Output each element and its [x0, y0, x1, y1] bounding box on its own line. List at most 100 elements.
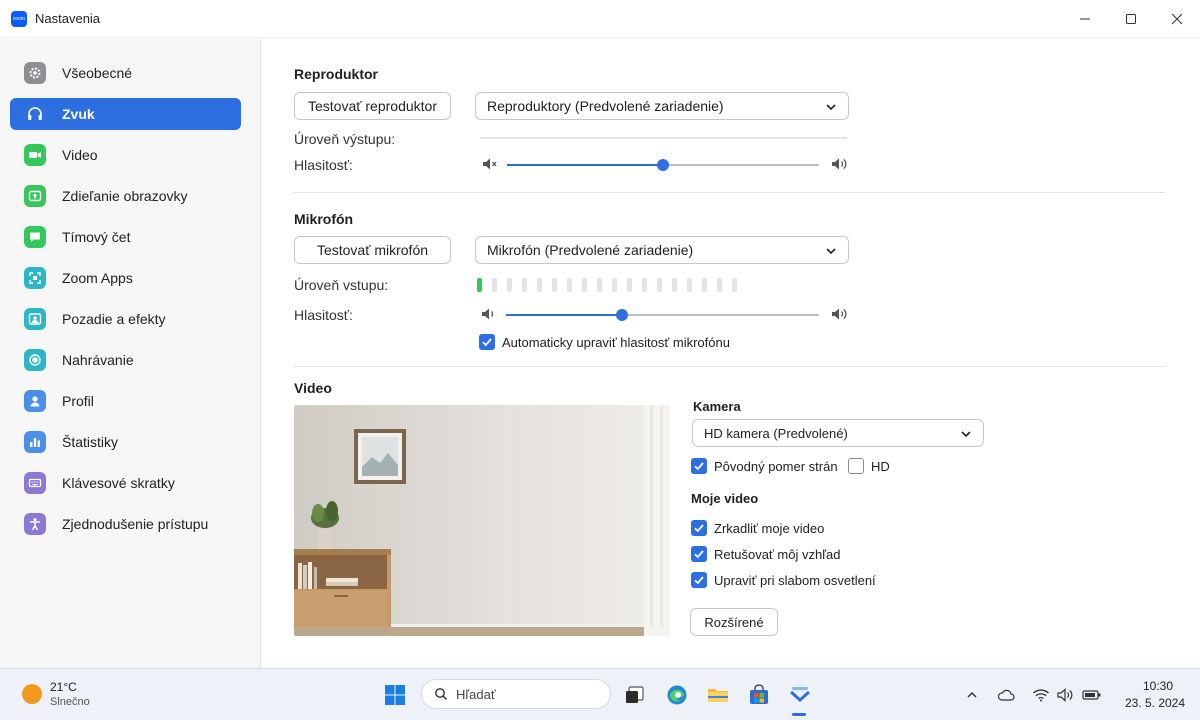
weather-description[interactable]: Slnečno	[50, 696, 90, 708]
chevron-down-icon	[961, 431, 971, 438]
clock-date[interactable]: 23. 5. 2024	[1110, 696, 1200, 710]
sidebar-item-team-chat[interactable]: Tímový čet	[10, 221, 241, 253]
checkmark-icon	[694, 550, 704, 559]
checkmark-icon	[694, 524, 704, 533]
app-icon-text: zoom	[12, 15, 26, 22]
input-level-segment	[582, 278, 587, 292]
checkmark-icon	[694, 462, 704, 471]
sidebar-item-label: Štatistiky	[62, 434, 119, 450]
task-view-button[interactable]	[621, 681, 649, 709]
weather-temperature[interactable]: 21°C	[50, 680, 77, 694]
speaker-device-select[interactable]: Reproduktory (Predvolené zariadenie)	[475, 92, 849, 120]
maximize-button[interactable]	[1108, 0, 1154, 38]
wifi-button[interactable]	[1027, 681, 1055, 709]
output-level-label: Úroveň výstupu:	[294, 131, 396, 147]
hd-checkbox[interactable]	[848, 458, 864, 474]
windows-logo-icon	[385, 685, 405, 705]
touch-up-checkbox[interactable]	[691, 546, 707, 562]
camera-label: Kamera	[693, 399, 741, 414]
microphone-device-select[interactable]: Mikrofón (Predvolené zariadenie)	[475, 236, 849, 264]
taskbar: 21°C Slnečno Hľadať 10:30 23. 5. 2024	[0, 668, 1200, 720]
title-bar: zoom Nastavenia	[0, 0, 1200, 38]
input-level-segment	[672, 278, 677, 292]
volume-button[interactable]	[1052, 681, 1080, 709]
hd-label: HD	[871, 459, 890, 474]
output-level-meter	[480, 137, 847, 139]
onedrive-button[interactable]	[992, 681, 1020, 709]
microphone-device-value: Mikrofón (Predvolené zariadenie)	[487, 242, 694, 258]
chevron-up-icon	[967, 691, 977, 698]
sidebar-item-accessibility[interactable]: Zjednodušenie prístupu	[10, 508, 241, 540]
speaker-volume-slider[interactable]	[507, 159, 819, 171]
sidebar-item-video[interactable]: Video	[10, 139, 241, 171]
speaker-mute-icon	[483, 158, 497, 170]
maximize-icon	[1126, 14, 1136, 24]
input-level-meter	[477, 278, 757, 292]
speaker-icon	[1057, 688, 1073, 702]
clock-time[interactable]: 10:30	[1118, 679, 1198, 693]
test-speaker-button[interactable]: Testovať reproduktor	[294, 92, 451, 120]
sidebar-item-general[interactable]: Všeobecné	[10, 57, 241, 89]
microphone-volume-thumb[interactable]	[615, 309, 628, 321]
microphone-volume-max-icon	[832, 308, 847, 320]
mirror-video-checkbox[interactable]	[691, 520, 707, 536]
sidebar-item-audio[interactable]: Zvuk	[10, 98, 241, 130]
input-level-segment	[717, 278, 722, 292]
sidebar-item-recording[interactable]: Nahrávanie	[10, 344, 241, 376]
sidebar-item-background[interactable]: Pozadie a efekty	[10, 303, 241, 335]
weather-sun-icon[interactable]	[22, 684, 42, 704]
speaker-device-value: Reproduktory (Predvolené zariadenie)	[487, 98, 724, 114]
original-ratio-checkbox[interactable]	[691, 458, 707, 474]
file-explorer-button[interactable]	[704, 681, 732, 709]
close-icon	[1171, 13, 1183, 25]
sidebar-item-label: Zvuk	[62, 106, 95, 122]
zoom-app-icon: zoom	[11, 10, 27, 27]
input-level-segment	[702, 278, 707, 292]
close-button[interactable]	[1154, 0, 1200, 38]
input-level-segment	[492, 278, 497, 292]
battery-button[interactable]	[1078, 681, 1106, 709]
store-icon	[750, 684, 768, 704]
advanced-button[interactable]: Rozšírené	[690, 608, 778, 636]
sidebar-item-keyboard-shortcuts[interactable]: Klávesové skratky	[10, 467, 241, 499]
search-icon	[435, 688, 448, 701]
sidebar-item-label: Video	[62, 147, 98, 163]
low-light-checkbox[interactable]	[691, 572, 707, 588]
speaker-volume-thumb[interactable]	[657, 159, 669, 171]
cloud-icon	[997, 689, 1015, 701]
keyboard-icon	[24, 472, 46, 494]
edge-browser-button[interactable]	[663, 681, 691, 709]
taskbar-search[interactable]: Hľadať	[421, 679, 611, 709]
sidebar-item-zoom-apps[interactable]: Zoom Apps	[10, 262, 241, 294]
section-divider	[294, 366, 1166, 367]
show-hidden-icons-button[interactable]	[958, 681, 986, 709]
input-level-segment	[642, 278, 647, 292]
settings-sidebar: Všeobecné Zvuk Video Zdieľanie obrazovky…	[0, 39, 261, 668]
settings-window: zoom Nastavenia Všeobecné Zvuk Video Zdi…	[0, 0, 1200, 668]
start-button[interactable]	[381, 681, 409, 709]
sidebar-item-profile[interactable]: Profil	[10, 385, 241, 417]
video-camera-icon	[24, 144, 46, 166]
input-level-segment	[657, 278, 662, 292]
microphone-volume-slider[interactable]	[506, 309, 819, 321]
task-view-icon	[626, 686, 644, 703]
speaker-volume-label: Hlasitosť:	[294, 157, 353, 173]
test-microphone-button[interactable]: Testovať mikrofón	[294, 236, 451, 264]
speaker-section-title: Reproduktor	[294, 66, 378, 82]
my-video-label: Moje video	[691, 491, 759, 506]
video-section-title: Video	[294, 380, 332, 396]
mirror-video-label: Zrkadliť moje video	[714, 521, 825, 536]
auto-adjust-volume-checkbox[interactable]	[479, 334, 495, 350]
active-app-indicator	[792, 713, 806, 716]
input-level-label: Úroveň vstupu:	[294, 277, 389, 293]
minimize-button[interactable]	[1062, 0, 1108, 38]
input-level-segment	[687, 278, 692, 292]
sidebar-item-statistics[interactable]: Štatistiky	[10, 426, 241, 458]
store-button[interactable]	[745, 681, 773, 709]
sidebar-item-screen-share[interactable]: Zdieľanie obrazovky	[10, 180, 241, 212]
camera-device-select[interactable]: HD kamera (Predvolené)	[692, 419, 984, 447]
microphone-volume-fill	[506, 314, 622, 316]
section-divider	[294, 192, 1166, 193]
input-level-segment	[507, 278, 512, 292]
zoom-taskbar-button[interactable]	[786, 681, 814, 709]
